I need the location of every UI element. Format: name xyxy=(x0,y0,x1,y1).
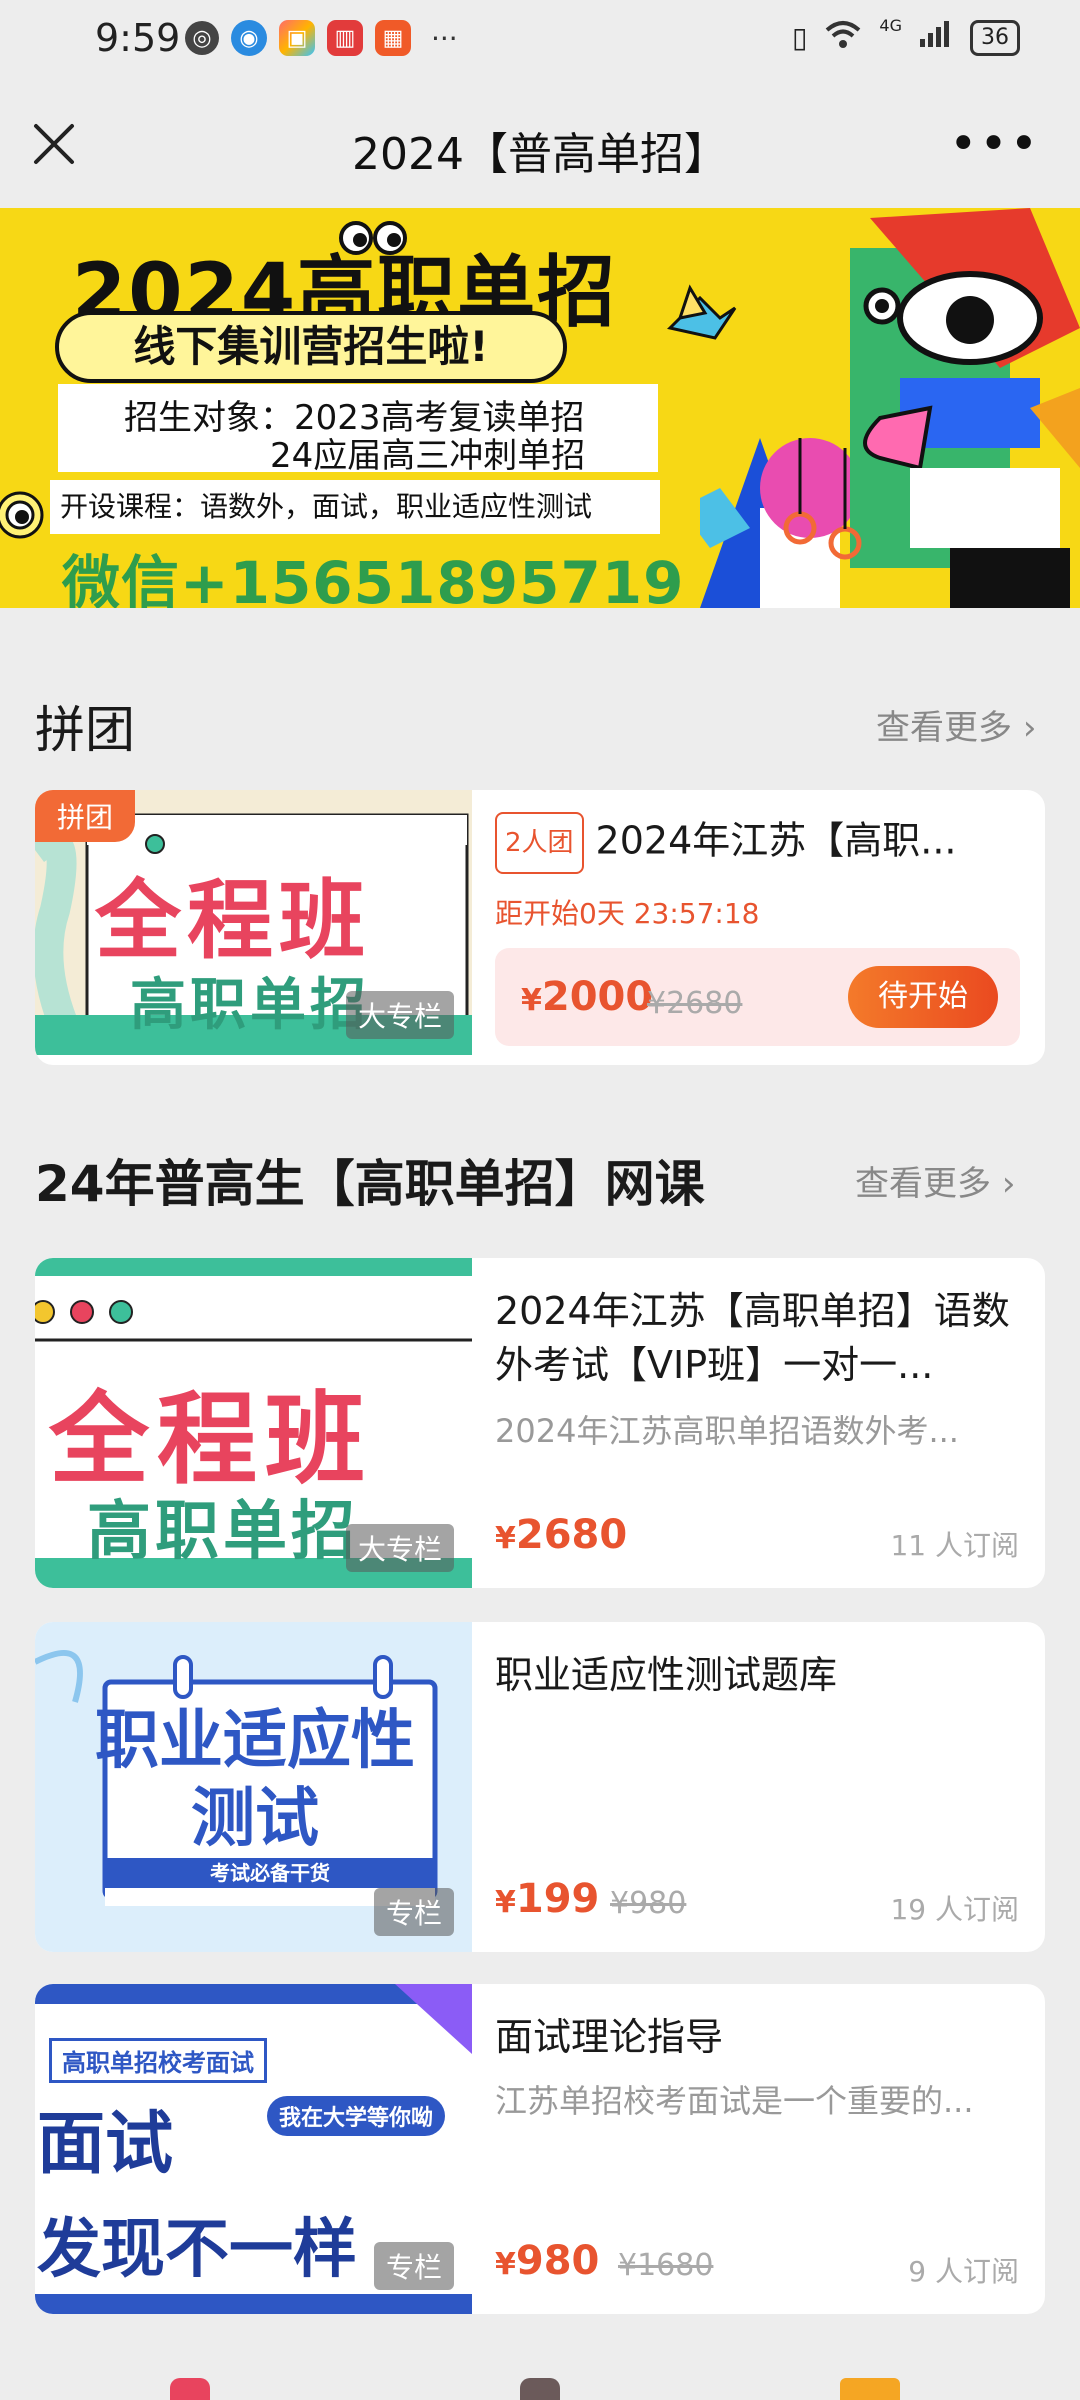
course-price: ¥980 xyxy=(495,2238,599,2284)
wechat-icon: ◎ xyxy=(185,21,219,55)
course-subscribers: 11 人订阅 xyxy=(890,1529,1019,1562)
banner-target-line2: 24应届高三冲刺单招 xyxy=(270,436,586,476)
course-price: ¥199 xyxy=(495,1876,599,1922)
group-price-box: ¥2000 ¥2680 待开始 xyxy=(495,948,1020,1046)
course-price-value: 199 xyxy=(515,1876,600,1922)
thumbnail-badge: 专栏 xyxy=(373,1888,454,1936)
watermark-text: 上学哪都通 xyxy=(899,2207,1040,2240)
thumbnail-badge: 专栏 xyxy=(373,2242,454,2290)
course-title: 职业适应性测试题库 xyxy=(495,1653,838,1697)
promo-banner[interactable]: 2024高职单招 线下集训营招生啦! 招生对象：2023高考复读单招 24应届高… xyxy=(0,208,1080,608)
tab-home-icon[interactable] xyxy=(170,2378,210,2400)
course-see-more-label: 查看更多 xyxy=(855,1164,991,1204)
app-icon: ▣ xyxy=(279,20,315,56)
group-section-title: 拼团 xyxy=(35,701,135,759)
status-bar: 9:59 ◎ ◉ ▣ ▥ ▦ ··· ▯ 4G 36 xyxy=(0,0,1080,80)
course-thumbnail: 高职单招校考面试 我在大学等你呦 面试 发现不一样 专栏 xyxy=(35,1984,472,2314)
course-card[interactable]: 职业适应性测试 考试必备干货 专栏 职业适应性测试题库 ¥199 ¥980 19… xyxy=(35,1622,1045,1952)
cartoon-eye-icon xyxy=(0,491,44,539)
wifi-icon xyxy=(823,18,863,57)
thumbnail-big-text: 全程班 xyxy=(95,871,371,971)
status-time: 9:59 xyxy=(95,16,181,60)
network-type: 4G xyxy=(879,16,902,35)
wait-start-button[interactable]: 待开始 xyxy=(848,966,998,1028)
bird-icon xyxy=(667,284,737,340)
course-section-title: 24年普高生【高职单招】网课 xyxy=(35,1155,705,1213)
thumbnail-small-text: 高职单招 xyxy=(87,1495,359,1569)
course-title: 面试理论指导 xyxy=(495,2015,724,2059)
course-price-value: 980 xyxy=(515,2238,600,2284)
course-subscribers: 9 人订阅 xyxy=(908,2255,1019,2288)
thumbnail-small-text: 高职单招 xyxy=(130,973,370,1038)
currency-symbol: ¥ xyxy=(521,983,542,1018)
course-see-more[interactable]: 查看更多 › xyxy=(855,1156,1015,1205)
group-see-more-label: 查看更多 xyxy=(876,708,1012,748)
thumbnail-badge: 大专栏 xyxy=(345,991,454,1039)
course-desc: 江苏单招校考面试是一个重要的... xyxy=(495,2082,974,2120)
group-deal-card[interactable]: 全程班 高职单招 拼团 大专栏 2人团 2024年江苏【高职... 距开始0天 2… xyxy=(35,790,1045,1065)
group-card-thumbnail: 全程班 高职单招 拼团 大专栏 xyxy=(35,790,472,1055)
grid-app-icon: ▦ xyxy=(375,20,411,56)
bottom-tab-peek xyxy=(0,2370,1080,2400)
course-title: 2024年江苏【高职单招】语数外考试【VIP班】一对一... xyxy=(495,1289,1010,1387)
course-subscribers: 19 人订阅 xyxy=(890,1893,1019,1926)
abstract-face-art xyxy=(700,208,1080,608)
wechat-logo-icon: ✿ xyxy=(869,2210,900,2240)
thumbnail-badge: 大专栏 xyxy=(345,1524,454,1572)
chevron-right-icon: › xyxy=(1022,708,1037,748)
page-title: 2024【普高单招】 xyxy=(352,129,728,180)
group-price-value: 2000 xyxy=(541,974,654,1020)
more-notifications-icon: ··· xyxy=(431,21,458,55)
watermark: ✿ 上学哪都通 xyxy=(870,2202,1040,2242)
thumbnail-small-text: 考试必备干货 xyxy=(105,1858,435,1888)
group-card-title: 2人团 2024年江苏【高职... xyxy=(495,812,1015,874)
banner-course: 开设课程：语数外，面试，职业适应性测试 xyxy=(50,480,660,534)
group-size-badge: 2人团 xyxy=(495,812,584,874)
group-see-more[interactable]: 查看更多 › xyxy=(876,700,1036,749)
course-price: ¥2680 xyxy=(495,1512,627,1558)
signal-icon xyxy=(918,19,954,56)
chevron-right-icon: › xyxy=(1001,1164,1016,1204)
thumbnail-bubble: 我在大学等你呦 xyxy=(267,2096,446,2136)
banner-phone: 微信+15651895719 xyxy=(62,549,685,608)
vibrate-icon: ▯ xyxy=(792,21,808,54)
tab-course-icon[interactable] xyxy=(520,2378,560,2400)
banner-pill: 线下集训营招生啦! xyxy=(55,311,567,383)
course-thumbnail: 职业适应性测试 考试必备干货 专栏 xyxy=(35,1622,472,1952)
course-old-price: ¥980 xyxy=(610,1886,687,1921)
tab-profile-icon[interactable] xyxy=(840,2378,900,2400)
thumbnail-line2-text: 发现不一样 xyxy=(37,2213,357,2287)
battery-icon: 36 xyxy=(970,19,1020,56)
book-icon: ▥ xyxy=(327,20,363,56)
currency-symbol: ¥ xyxy=(495,2247,516,2282)
currency-symbol: ¥ xyxy=(495,1885,516,1920)
eyes-icon xyxy=(339,221,407,255)
course-price-value: 2680 xyxy=(515,1512,628,1558)
course-desc: 2024年江苏高职单招语数外考... xyxy=(495,1412,959,1450)
course-card[interactable]: 高职单招校考面试 我在大学等你呦 面试 发现不一样 专栏 面试理论指导 江苏单招… xyxy=(35,1984,1045,2314)
thumbnail-big-text: 职业适应性测试 xyxy=(95,1704,415,1856)
course-thumbnail: 全程班 高职单招 大专栏 xyxy=(35,1258,472,1588)
thumbnail-big-text: 面试 xyxy=(37,2105,174,2184)
banner-target-box: 招生对象：2023高考复读单招 24应届高三冲刺单招 xyxy=(58,384,658,476)
group-price: ¥2000 xyxy=(521,974,653,1020)
group-card-title-text: 2024年江苏【高职... xyxy=(595,818,957,863)
group-old-price: ¥2680 xyxy=(647,986,743,1021)
browser-icon: ◉ xyxy=(231,20,267,56)
more-options-icon[interactable]: ••• xyxy=(949,116,1040,172)
status-indicators: ▯ 4G 36 xyxy=(792,16,1020,57)
group-countdown: 距开始0天 23:57:18 xyxy=(495,897,760,930)
currency-symbol: ¥ xyxy=(495,1521,516,1556)
notification-icons: ◎ ◉ ▣ ▥ ▦ ··· xyxy=(185,20,458,56)
course-old-price: ¥1680 xyxy=(618,2248,714,2283)
thumbnail-top-text: 高职单招校考面试 xyxy=(49,2038,267,2083)
course-card[interactable]: 全程班 高职单招 大专栏 2024年江苏【高职单招】语数外考试【VIP班】一对一… xyxy=(35,1258,1045,1588)
group-tag: 拼团 xyxy=(35,790,136,842)
nav-bar: 2024【普高单招】 ••• xyxy=(0,80,1080,210)
